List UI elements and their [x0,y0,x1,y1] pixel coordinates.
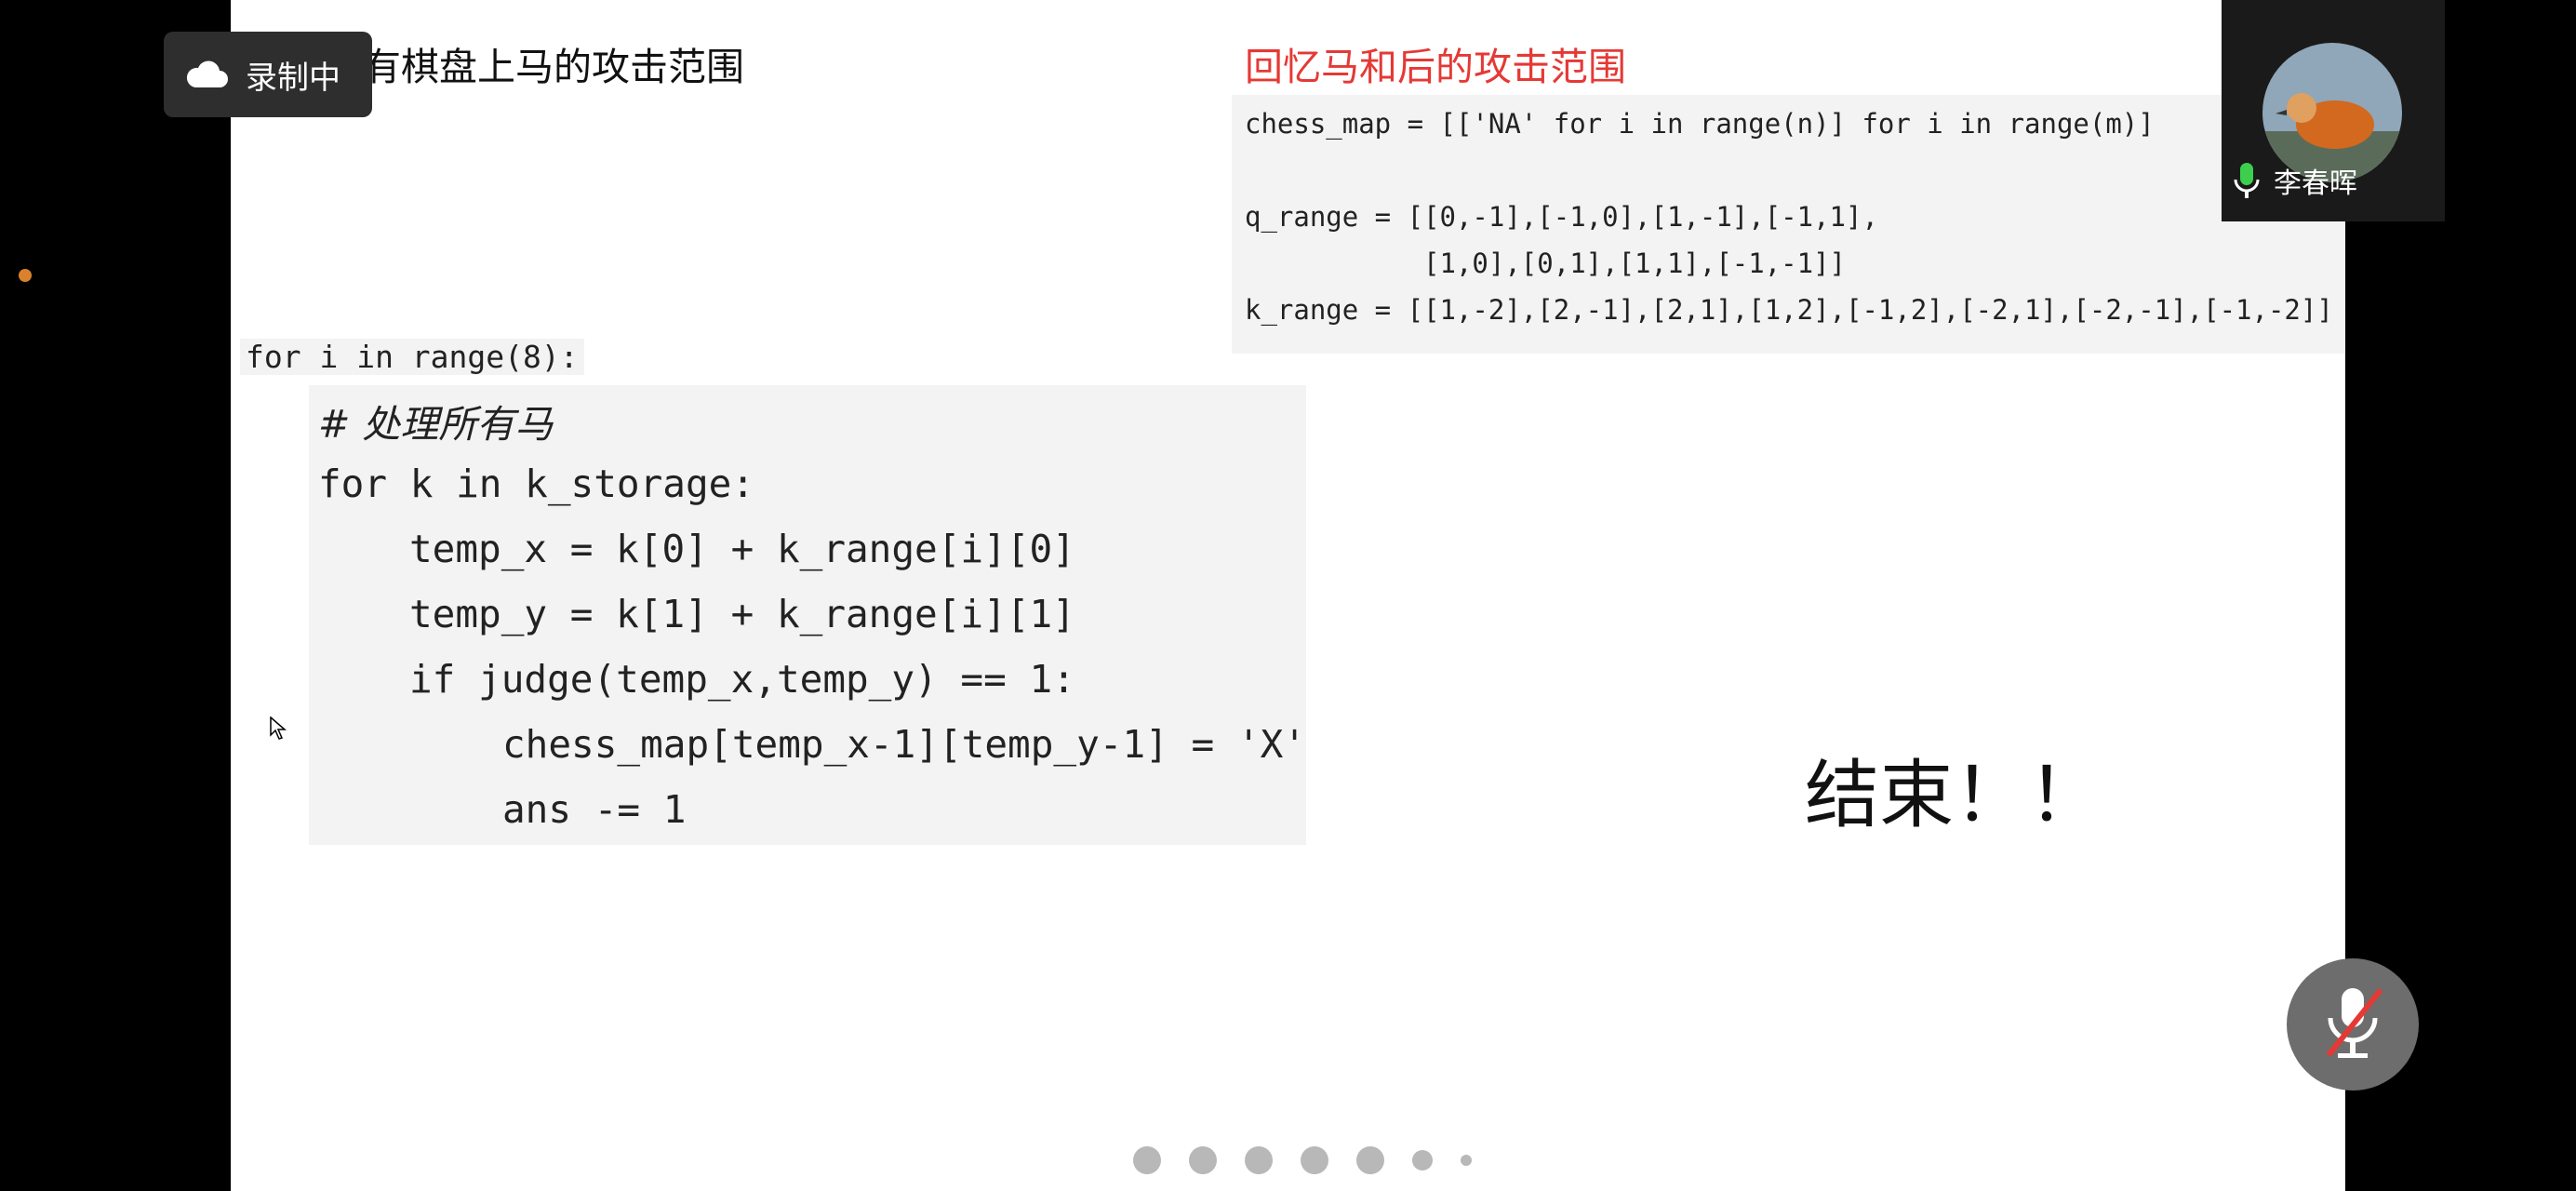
code-line: ans -= 1 [502,787,687,832]
code-for-line: for i in range(8): [240,339,584,375]
page-dot[interactable] [1133,1146,1161,1174]
mute-button[interactable] [2287,958,2419,1091]
code-line: if judge(temp_x,temp_y) == 1: [409,657,1075,702]
page-dot[interactable] [1301,1146,1328,1174]
page-dot[interactable] [1245,1146,1273,1174]
participant-name-row: 李春晖 [2231,160,2357,201]
slide-title-right: 回忆马和后的攻击范围 [1245,45,1626,89]
code-block-top: chess_map = [['NA' for i in range(n)] fo… [1232,95,2344,354]
code-line: q_range = [[0,-1],[-1,0],[1,-1],[-1,1], [1245,201,1878,233]
slide-title-left: 有棋盘上马的攻击范围 [363,45,744,89]
cloud-icon [184,60,229,89]
code-line: chess_map[temp_x-1][temp_y-1] = 'X' [502,722,1306,767]
participant-video-tile[interactable]: 李春晖 [2222,0,2445,221]
slide-pagination[interactable] [1133,1146,1500,1174]
page-dot[interactable] [1461,1155,1472,1166]
code-line: chess_map = [['NA' for i in range(n)] fo… [1245,108,2155,140]
code-line: [1,0],[0,1],[1,1],[-1,-1]] [1245,248,1847,279]
mic-muted-icon [2316,981,2390,1068]
participant-name: 李春晖 [2274,167,2357,200]
code-comment: # 处理所有马 [318,402,554,447]
end-text: 结束！！ [1805,752,2102,838]
code-line: k_range = [[1,-2],[2,-1],[2,1],[1,2],[-1… [1245,294,2333,326]
mouse-cursor-icon [270,716,287,744]
side-indicator-dot [19,269,32,282]
mic-on-icon [2231,161,2262,200]
page-dot[interactable] [1189,1146,1217,1174]
recording-badge[interactable]: 录制中 [164,32,372,117]
code-line: temp_y = k[1] + k_range[i][1] [409,592,1075,636]
recording-label: 录制中 [246,59,340,97]
page-dot[interactable] [1412,1150,1433,1171]
code-block-main: # 处理所有马 for k in k_storage: temp_x = k[0… [309,385,1306,845]
page-dot[interactable] [1356,1146,1384,1174]
code-line: for k in k_storage: [318,462,754,506]
code-line: temp_x = k[0] + k_range[i][0] [409,527,1075,571]
